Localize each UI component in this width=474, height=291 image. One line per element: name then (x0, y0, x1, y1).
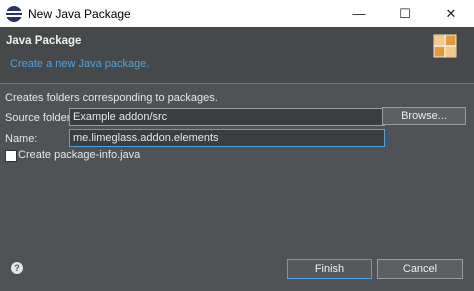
wizard-title: Java Package (6, 35, 82, 47)
package-info-checkbox[interactable] (5, 150, 17, 162)
package-info-label[interactable]: Create package-info.java (18, 149, 140, 161)
package-wizard-icon (433, 34, 457, 58)
help-icon[interactable]: ? (11, 262, 23, 274)
wizard-header: Java Package Create a new Java package. (0, 27, 474, 84)
window-controls: — ☐ ✕ (336, 0, 474, 27)
page-description: Creates folders corresponding to package… (5, 92, 218, 104)
package-name-field[interactable] (69, 129, 385, 147)
title-bar: New Java Package — ☐ ✕ (0, 0, 474, 27)
close-button[interactable]: ✕ (428, 0, 474, 27)
source-folder-field[interactable] (69, 108, 385, 126)
wizard-subtitle: Create a new Java package. (10, 58, 150, 70)
minimize-button[interactable]: — (336, 0, 382, 27)
browse-button[interactable]: Browse... (382, 107, 466, 125)
maximize-button[interactable]: ☐ (382, 0, 428, 27)
source-folder-label: Source folder: (5, 112, 74, 124)
cancel-button[interactable]: Cancel (377, 259, 463, 279)
finish-button[interactable]: Finish (287, 259, 372, 279)
name-label: Name: (5, 133, 38, 145)
eclipse-icon (6, 5, 22, 22)
window-title: New Java Package (28, 6, 131, 21)
